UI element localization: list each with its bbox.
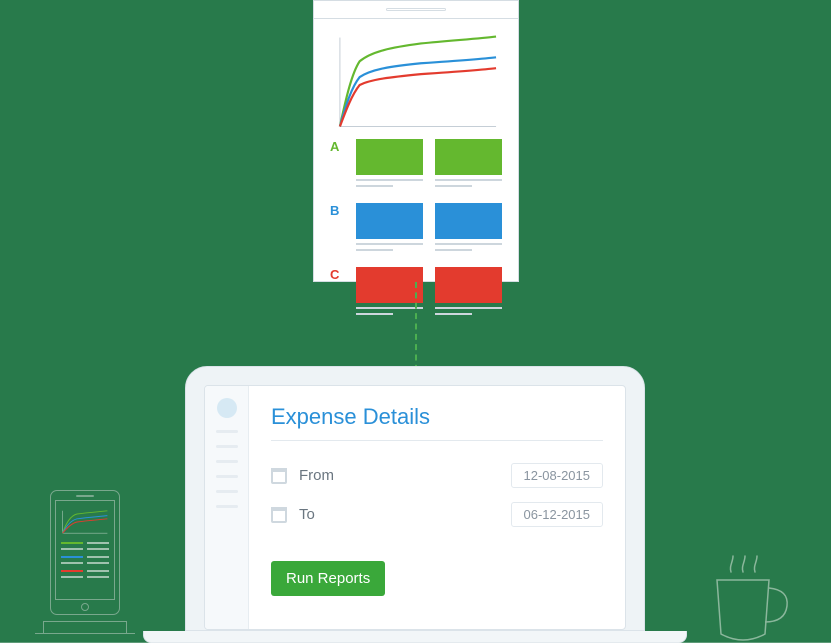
sidebar-item[interactable] — [216, 490, 238, 493]
to-label: To — [299, 506, 369, 523]
to-field: To 06-12-2015 — [271, 502, 603, 527]
phone-on-stand — [35, 490, 135, 643]
from-field: From 12-08-2015 — [271, 463, 603, 488]
calendar-icon — [271, 507, 287, 523]
sidebar-item[interactable] — [216, 445, 238, 448]
avatar[interactable] — [217, 398, 237, 418]
phone — [50, 490, 120, 615]
coffee-mug-icon — [703, 548, 793, 643]
legend-row-a: A — [330, 139, 502, 191]
phone-home-button — [81, 603, 89, 611]
report-document: A B C — [313, 0, 519, 282]
phone-stand-neck — [43, 621, 127, 633]
to-date-input[interactable]: 06-12-2015 — [511, 502, 604, 527]
legend-row-b: B — [330, 203, 502, 255]
sidebar-item[interactable] — [216, 505, 238, 508]
page-title: Expense Details — [271, 404, 603, 430]
sidebar-item[interactable] — [216, 475, 238, 478]
calendar-icon — [271, 468, 287, 484]
laptop-screen: Expense Details From 12-08-2015 To 06-12… — [204, 385, 626, 630]
divider — [271, 440, 603, 441]
laptop: Expense Details From 12-08-2015 To 06-12… — [185, 366, 645, 643]
report-topbar — [314, 1, 518, 19]
report-chart — [332, 33, 500, 133]
main-panel: Expense Details From 12-08-2015 To 06-12… — [249, 386, 625, 629]
legend-letter-c: C — [330, 267, 342, 319]
from-label: From — [299, 467, 369, 484]
legend-letter-a: A — [330, 139, 342, 191]
sidebar-item[interactable] — [216, 430, 238, 433]
report-handle — [386, 8, 446, 11]
phone-speaker — [76, 495, 94, 497]
line-chart-icon — [332, 33, 500, 133]
run-reports-button[interactable]: Run Reports — [271, 561, 385, 596]
sidebar — [205, 386, 249, 629]
from-date-input[interactable]: 12-08-2015 — [511, 463, 604, 488]
phone-screen — [55, 500, 115, 600]
phone-chart — [61, 506, 109, 538]
legend-letter-b: B — [330, 203, 342, 255]
sidebar-item[interactable] — [216, 460, 238, 463]
